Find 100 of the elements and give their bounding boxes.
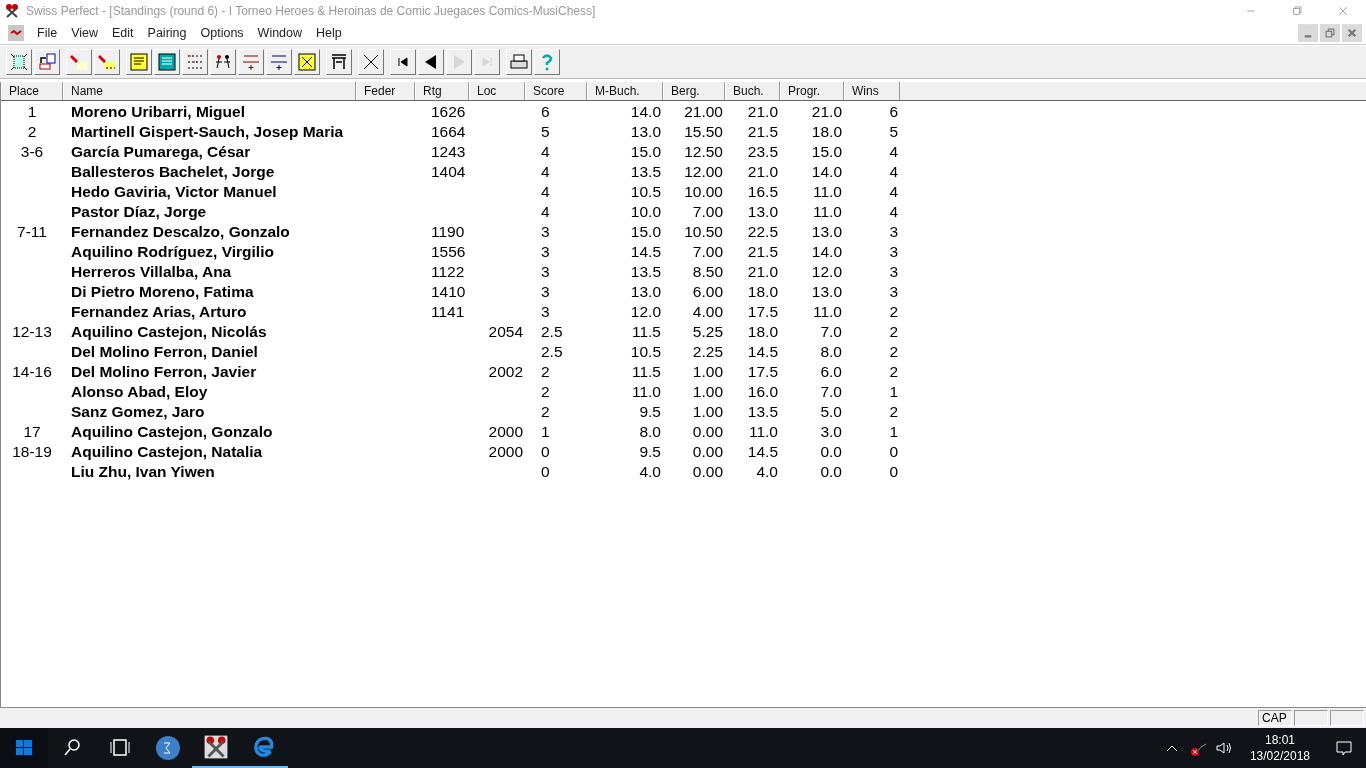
column-header[interactable]: Buch. <box>725 82 780 100</box>
table-cell: 22.5 <box>747 223 778 240</box>
table-cell: 4.00 <box>692 303 723 320</box>
table-cell: 7.0 <box>820 383 842 400</box>
table-cell: 10.00 <box>684 183 723 200</box>
column-header[interactable]: Feder <box>356 82 415 100</box>
start-icon[interactable] <box>0 728 48 768</box>
table-cell: 18.0 <box>747 283 778 300</box>
status-panel <box>1294 710 1328 726</box>
table-cell: 11.5 <box>631 323 661 340</box>
toolbar-button[interactable] <box>390 49 416 75</box>
toolbar-button[interactable] <box>358 49 384 75</box>
table-cell: 1141 <box>431 303 465 320</box>
column-header[interactable]: Loc <box>469 82 525 100</box>
table-cell: 10.5 <box>630 183 661 200</box>
table-cell: 18.0 <box>747 323 778 340</box>
column-header[interactable]: Score <box>525 82 587 100</box>
table-cell: 0.00 <box>692 443 723 460</box>
menu-item[interactable]: Options <box>193 26 251 40</box>
toolbar-button[interactable] <box>506 49 532 75</box>
table-cell: 14-16 <box>12 363 52 380</box>
table-cell: 3 <box>889 223 898 240</box>
toolbar-button[interactable] <box>154 49 180 75</box>
menu-item[interactable]: Edit <box>105 26 141 40</box>
table-cell: 1.00 <box>692 383 723 400</box>
print-icon <box>509 52 529 72</box>
table-cell: 6.0 <box>820 363 842 380</box>
table-cell: Herreros Villalba, Ana <box>71 263 232 280</box>
table-cell: 14.0 <box>811 243 842 260</box>
toolbar-button[interactable] <box>210 49 236 75</box>
column-header[interactable]: Place <box>1 82 63 100</box>
column-header[interactable]: Name <box>63 82 356 100</box>
table-cell: Liu Zhu, Ivan Yiwen <box>71 463 215 480</box>
table-cell: 2 <box>889 363 898 380</box>
table-cell: 21.00 <box>684 103 723 120</box>
table-cell: 6.00 <box>692 283 723 300</box>
table-cell: 11.0 <box>812 203 842 220</box>
toolbar-button[interactable] <box>418 49 444 75</box>
table-cell: 5 <box>541 123 550 140</box>
torch-icon <box>97 52 117 72</box>
table-cell: 18-19 <box>12 443 52 460</box>
table-cell: 4.0 <box>639 463 661 480</box>
list-icon <box>129 52 149 72</box>
table-cell: 12.0 <box>630 303 661 320</box>
menu-item[interactable]: Help <box>309 26 349 40</box>
toolbar-button[interactable] <box>326 49 352 75</box>
menu-item[interactable]: Window <box>250 26 310 40</box>
table-cell: 18.0 <box>811 123 842 140</box>
table-cell: 5.0 <box>820 403 842 420</box>
table-cell: 4 <box>889 163 898 180</box>
column-header[interactable]: Rtg <box>415 82 469 100</box>
table-cell: 16.0 <box>747 383 778 400</box>
table-cell: 3 <box>889 263 898 280</box>
table-cell: 15.0 <box>630 223 661 240</box>
table-cell: 1.00 <box>692 363 723 380</box>
table-cell: 2 <box>27 123 37 140</box>
table-cell: 3 <box>541 263 550 280</box>
toolbar-button[interactable] <box>294 49 320 75</box>
table-cell: 1.00 <box>692 403 723 420</box>
clock-time[interactable]: 18:01 <box>1264 732 1295 748</box>
status-panel <box>1330 710 1364 726</box>
table-cell: 11.0 <box>748 423 778 440</box>
table-cell: 2054 <box>488 323 523 340</box>
table-cell: 4 <box>541 203 550 220</box>
table-cell: 9.5 <box>639 403 661 420</box>
table-cell: 9.5 <box>639 443 661 460</box>
table-cell: 1664 <box>431 123 466 140</box>
table-cell: 0.0 <box>820 463 842 480</box>
table-cell: Alonso Abad, Eloy <box>71 383 208 400</box>
notification-icon[interactable] <box>1334 738 1354 758</box>
torch-icon <box>69 52 89 72</box>
table-cell: 4 <box>889 183 898 200</box>
column-header[interactable]: Wins <box>844 82 900 100</box>
table-cell: 2000 <box>488 443 523 460</box>
table-cell: Pastor Díaz, Jorge <box>71 203 207 220</box>
column-header[interactable]: Berg. <box>663 82 725 100</box>
toolbar-button[interactable] <box>34 49 60 75</box>
table-cell: 8.50 <box>692 263 723 280</box>
close-icon[interactable] <box>1342 24 1362 42</box>
table-cell: 14.0 <box>630 103 661 120</box>
table-cell: 17.5 <box>747 363 778 380</box>
table-cell: 13.0 <box>811 223 842 240</box>
menu-item[interactable]: View <box>64 26 106 40</box>
menu-item[interactable]: File <box>30 26 65 40</box>
column-header[interactable]: Progr. <box>780 82 844 100</box>
restore-icon[interactable] <box>1320 24 1340 42</box>
clock-date[interactable]: 13/02/2018 <box>1249 748 1310 764</box>
table-cell: 7.0 <box>820 323 842 340</box>
table-cell: Aquilino Castejon, Natalia <box>71 443 263 460</box>
import-icon <box>37 52 57 72</box>
table-cell: 6 <box>541 103 550 120</box>
table-cell: 10.0 <box>630 203 661 220</box>
table-cell: 0 <box>541 443 550 460</box>
table-cell: 12.50 <box>684 143 723 160</box>
column-header[interactable]: M-Buch. <box>587 82 663 100</box>
table-cell: 3.0 <box>820 423 842 440</box>
table-cell: 1 <box>889 423 898 440</box>
table-cell: 13.5 <box>747 403 778 420</box>
table-cell: 11.0 <box>631 383 661 400</box>
menu-item[interactable]: Pairing <box>140 26 194 40</box>
